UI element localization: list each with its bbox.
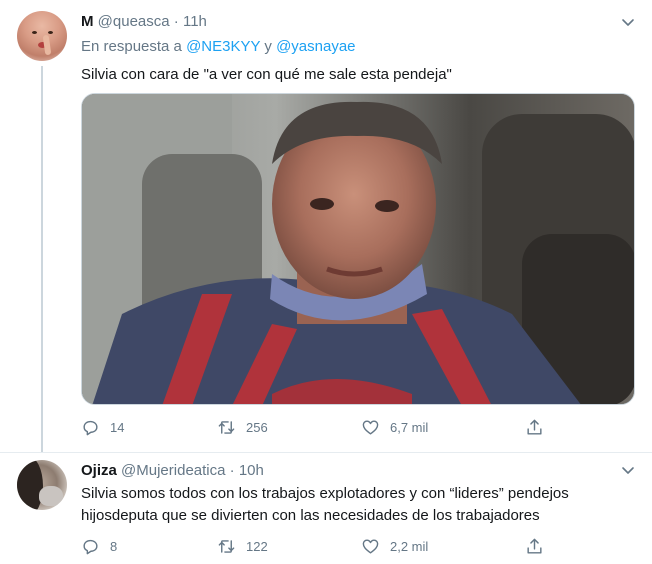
share-icon	[527, 419, 542, 435]
tweet-media-video[interactable]	[81, 93, 635, 405]
like-count: 2,2 mil	[390, 538, 429, 554]
reply-and: y	[264, 38, 272, 55]
tweet-text: Silvia somos todos con los trabajos expl…	[81, 485, 569, 524]
separator-dot: ·	[173, 13, 179, 30]
avatar[interactable]	[17, 11, 67, 61]
reply-prefix: En respuesta a	[81, 38, 182, 55]
tweet-header: M @queasca · 11h	[81, 13, 207, 30]
share-button[interactable]	[525, 536, 554, 556]
mention-link[interactable]: @yasnayae	[276, 38, 355, 55]
retweet-icon	[218, 420, 235, 434]
display-name[interactable]: M	[81, 13, 94, 30]
tweet-header: Ojiza @Mujerideatica · 10h	[81, 462, 264, 479]
separator-dot: ·	[229, 462, 235, 479]
video-thumbnail	[82, 94, 634, 404]
tweet-text: Silvia con cara de "a ver con qué me sal…	[81, 66, 452, 83]
reply-context: En respuesta a @NE3KYY y @yasnayae	[81, 38, 356, 55]
like-button[interactable]: 2,2 mil	[361, 536, 428, 556]
user-handle[interactable]: @queasca	[98, 13, 170, 30]
retweet-icon	[218, 539, 235, 553]
retweet-button[interactable]: 122	[217, 536, 268, 556]
twitter-thread: M @queasca · 11h En respuesta a @NE3KYY …	[0, 0, 652, 564]
heart-icon	[362, 538, 379, 554]
retweet-count: 122	[246, 538, 268, 554]
tweet[interactable]: M @queasca · 11h En respuesta a @NE3KYY …	[0, 0, 652, 452]
reply-icon	[83, 539, 98, 554]
timestamp[interactable]: 10h	[239, 462, 264, 479]
tweet-actions: 14 256 6,7 mil	[81, 417, 551, 437]
share-icon	[527, 538, 542, 554]
tweet-actions: 8 122 2,2 mil	[81, 536, 551, 556]
avatar-eye	[32, 31, 37, 34]
retweet-button[interactable]: 256	[217, 417, 268, 437]
mention-link[interactable]: @NE3KYY	[186, 38, 260, 55]
chevron-down-icon[interactable]	[621, 463, 635, 477]
reply-button[interactable]: 8	[81, 536, 117, 556]
avatar-dog	[39, 486, 63, 506]
chevron-down-icon[interactable]	[621, 15, 635, 29]
like-count: 6,7 mil	[390, 419, 429, 435]
avatar-hair	[17, 460, 43, 510]
retweet-count: 256	[246, 419, 268, 435]
reply-icon	[83, 420, 98, 435]
like-button[interactable]: 6,7 mil	[361, 417, 428, 437]
share-button[interactable]	[525, 417, 554, 437]
display-name[interactable]: Ojiza	[81, 462, 117, 479]
reply-button[interactable]: 14	[81, 417, 124, 437]
user-handle[interactable]: @Mujerideatica	[121, 462, 225, 479]
heart-icon	[362, 419, 379, 435]
avatar[interactable]	[17, 460, 67, 510]
avatar-eye	[48, 31, 53, 34]
avatar-finger	[42, 34, 52, 56]
reply-count: 8	[110, 538, 118, 554]
reply-count: 14	[110, 419, 125, 435]
tweet[interactable]: Ojiza @Mujerideatica · 10h Silvia somos …	[0, 453, 652, 564]
timestamp[interactable]: 11h	[183, 13, 207, 30]
